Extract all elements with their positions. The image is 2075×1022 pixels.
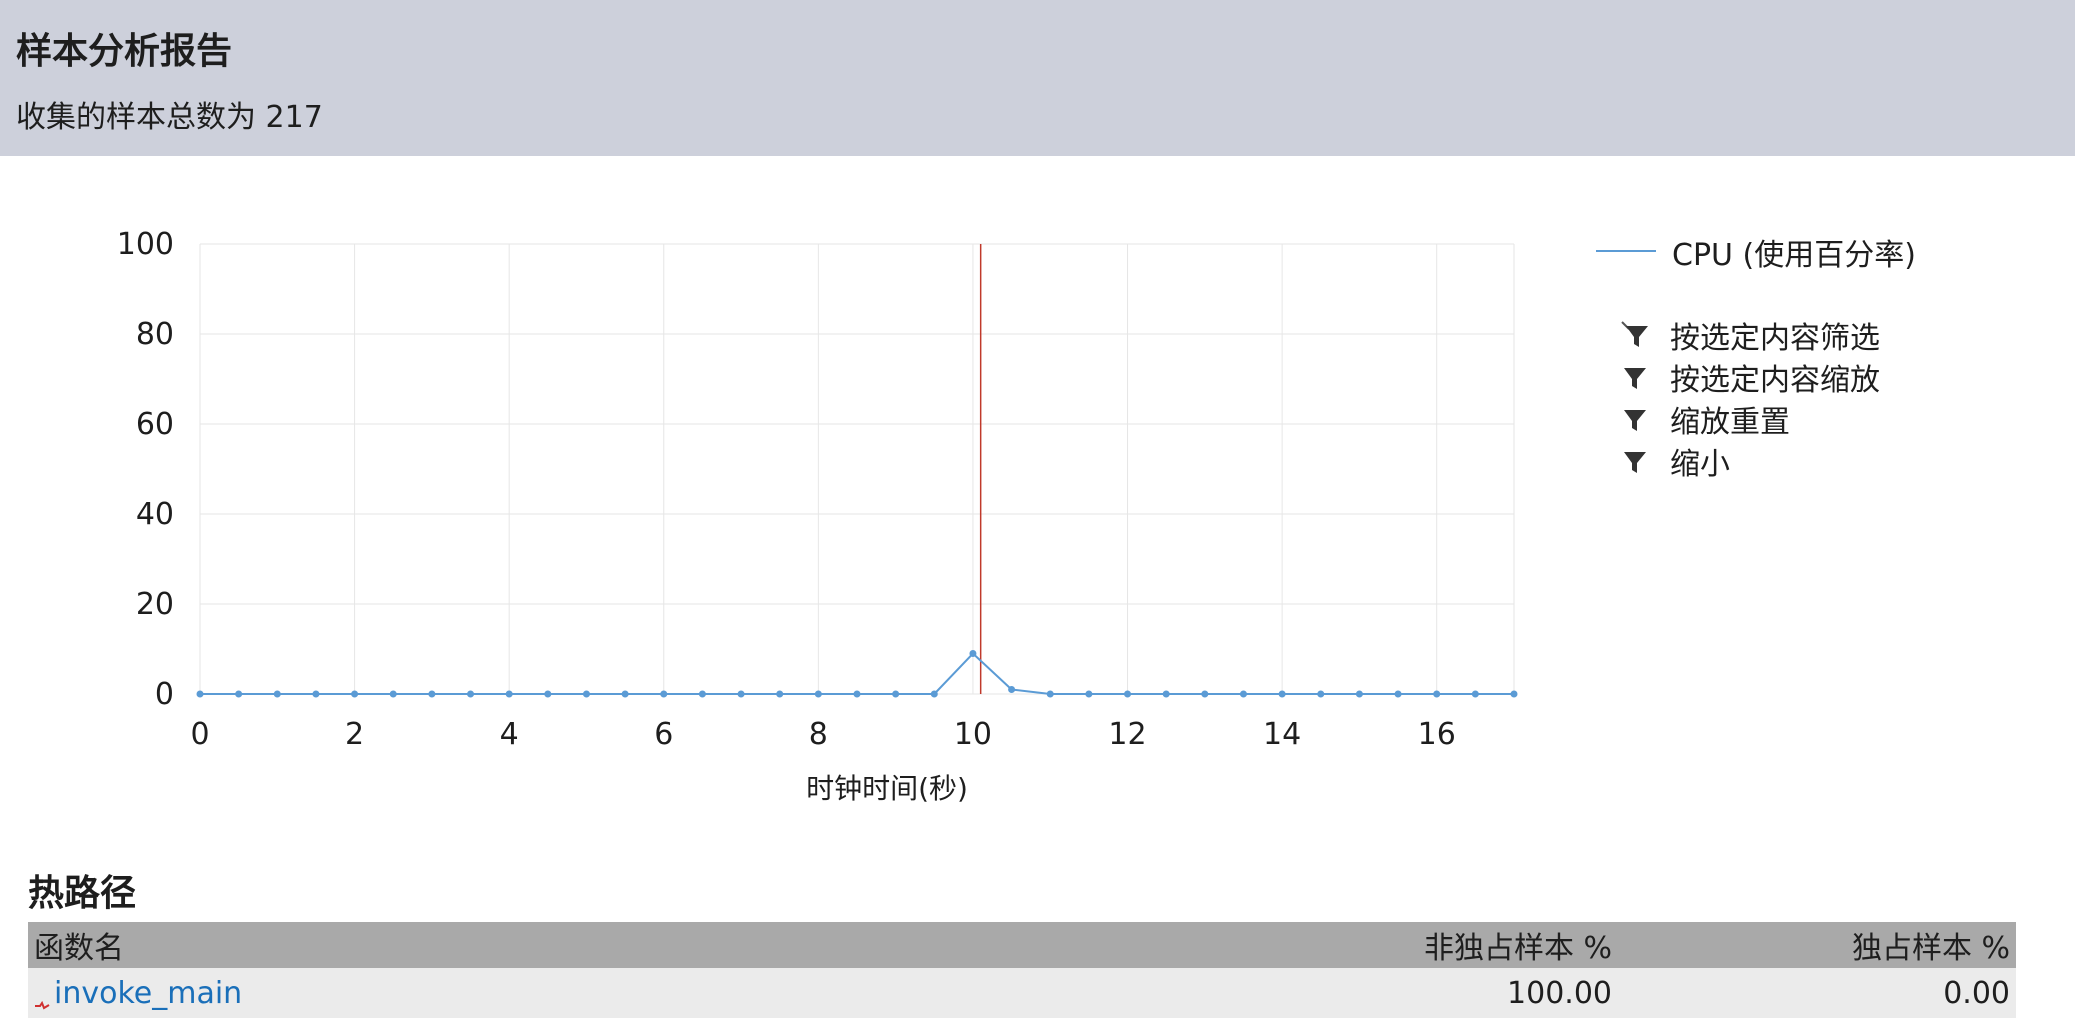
cpu-data-point[interactable] [273, 690, 281, 698]
cpu-data-point[interactable] [505, 690, 513, 698]
cpu-data-point[interactable] [737, 690, 745, 698]
y-tick-label: 0 [155, 677, 174, 712]
cpu-data-point[interactable] [1124, 690, 1132, 698]
x-tick-label: 16 [1418, 717, 1456, 752]
filter-icon [1620, 446, 1650, 476]
cpu-data-point[interactable] [235, 690, 243, 698]
sample-total-text: 收集的样本总数为 217 [16, 100, 323, 135]
cpu-data-point[interactable] [892, 690, 900, 698]
x-tick-label: 0 [190, 717, 209, 752]
cpu-data-point[interactable] [1433, 690, 1441, 698]
chart-series [196, 650, 1518, 698]
table-row[interactable]: invoke_main 100.00 0.00 [28, 968, 2016, 1018]
cpu-data-point[interactable] [814, 690, 822, 698]
y-tick-label: 40 [136, 497, 174, 532]
column-header-function-name[interactable]: 函数名 [28, 922, 1264, 968]
cpu-data-point[interactable] [853, 690, 861, 698]
cpu-data-point[interactable] [467, 690, 475, 698]
cpu-data-point[interactable] [1394, 690, 1402, 698]
cpu-data-point[interactable] [698, 690, 706, 698]
zoom-to-selection-button[interactable]: 按选定内容缩放 [1620, 356, 1880, 398]
cpu-data-point[interactable] [1471, 690, 1479, 698]
report-header: 样本分析报告 收集的样本总数为 217 [0, 0, 2075, 156]
cpu-data-point[interactable] [1085, 690, 1093, 698]
cpu-data-point[interactable] [312, 690, 320, 698]
filter-by-selection-label: 按选定内容筛选 [1670, 321, 1880, 356]
y-axis-ticks: 0 20 40 60 80 100 [117, 227, 174, 712]
function-name-cell: invoke_main [28, 968, 1264, 1018]
x-axis-ticks: 0 2 4 6 8 10 12 14 16 [190, 717, 1455, 752]
cpu-data-point[interactable] [1008, 686, 1016, 693]
cpu-data-point[interactable] [389, 690, 397, 698]
hot-path-title: 热路径 [28, 873, 137, 914]
x-tick-label: 4 [500, 717, 519, 752]
cpu-data-point[interactable] [351, 690, 359, 698]
cpu-data-point[interactable] [969, 650, 977, 657]
function-link[interactable]: invoke_main [54, 976, 242, 1011]
legend-series-swatch [1596, 250, 1656, 252]
cpu-data-point[interactable] [1510, 690, 1518, 698]
page-title: 样本分析报告 [16, 31, 233, 72]
cpu-data-point[interactable] [196, 690, 204, 698]
hot-path-flame-icon [34, 986, 50, 1010]
x-tick-label: 6 [654, 717, 673, 752]
y-tick-label: 80 [136, 317, 174, 352]
column-header-inclusive-samples[interactable]: 非独占样本 % [1264, 922, 1618, 968]
zoom-to-selection-label: 按选定内容缩放 [1670, 363, 1880, 398]
column-header-exclusive-samples[interactable]: 独占样本 % [1618, 922, 2016, 968]
cpu-data-point[interactable] [1317, 690, 1325, 698]
x-tick-label: 10 [954, 717, 992, 752]
cpu-data-point[interactable] [660, 690, 668, 698]
filter-icon [1620, 404, 1650, 434]
y-tick-label: 20 [136, 587, 174, 622]
cpu-data-point[interactable] [1239, 690, 1247, 698]
x-tick-label: 14 [1263, 717, 1301, 752]
hot-path-table: 函数名 非独占样本 % 独占样本 % invoke_main 100.00 0.… [28, 922, 2016, 1018]
cpu-data-point[interactable] [621, 690, 629, 698]
zoom-out-button[interactable]: 缩小 [1620, 440, 1880, 482]
legend-series-label: CPU (使用百分率) [1672, 238, 1916, 273]
cpu-data-point[interactable] [776, 690, 784, 698]
reset-zoom-label: 缩放重置 [1670, 405, 1790, 440]
cpu-data-point[interactable] [1046, 690, 1054, 698]
reset-zoom-button[interactable]: 缩放重置 [1620, 398, 1880, 440]
filter-icon [1620, 362, 1650, 392]
filter-selection-icon [1620, 320, 1650, 350]
filter-by-selection-button[interactable]: 按选定内容筛选 [1620, 314, 1880, 356]
x-tick-label: 12 [1108, 717, 1146, 752]
cpu-data-point[interactable] [930, 690, 938, 698]
y-tick-label: 60 [136, 407, 174, 442]
cpu-usage-chart[interactable]: 0 20 40 60 80 100 0 2 4 6 8 10 12 14 16 时钟时间(秒) [0, 156, 1560, 816]
table-header-row: 函数名 非独占样本 % 独占样本 % [28, 922, 2016, 968]
y-tick-label: 100 [117, 227, 174, 262]
cpu-data-point[interactable] [582, 690, 590, 698]
inclusive-samples-cell: 100.00 [1264, 968, 1618, 1018]
x-axis-label: 时钟时间(秒) [806, 772, 968, 805]
chart-gridlines [199, 243, 1515, 695]
cpu-series-line [200, 652, 1514, 695]
cpu-data-point[interactable] [1355, 690, 1363, 698]
exclusive-samples-cell: 0.00 [1618, 968, 2016, 1018]
x-tick-label: 8 [809, 717, 828, 752]
cpu-data-point[interactable] [1201, 690, 1209, 698]
cpu-data-point[interactable] [1278, 690, 1286, 698]
x-tick-label: 2 [345, 717, 364, 752]
cpu-data-point[interactable] [544, 690, 552, 698]
cpu-data-point[interactable] [428, 690, 436, 698]
cpu-data-point[interactable] [1162, 690, 1170, 698]
zoom-out-label: 缩小 [1670, 447, 1730, 482]
chart-actions: 按选定内容筛选 按选定内容缩放 缩放重置 缩小 [1620, 314, 1880, 482]
